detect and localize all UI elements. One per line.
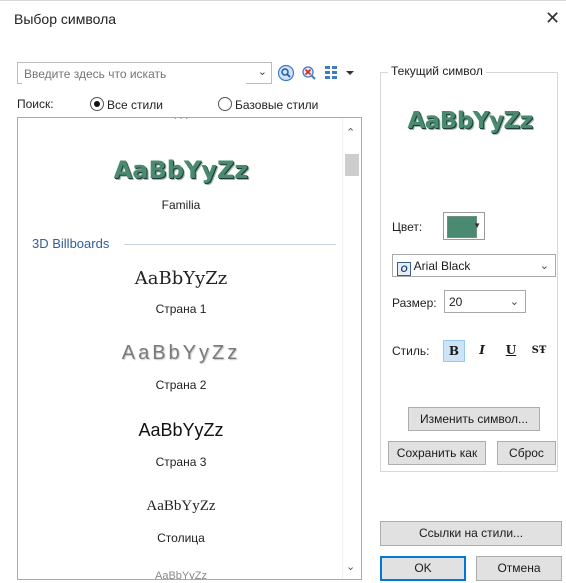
current-symbol-title: Текущий символ <box>388 64 486 78</box>
symbol-caption[interactable]: Familia <box>18 198 344 212</box>
symbol-sample-familia[interactable]: AaBbYyZz <box>18 156 344 184</box>
chevron-down-icon[interactable]: ⌄ <box>540 259 549 272</box>
symbol-sample-country2[interactable]: AaBbYyZz <box>18 342 344 365</box>
italic-button[interactable]: I <box>471 340 493 362</box>
size-select[interactable]: 20 ⌄ <box>444 290 526 313</box>
partial-sample: AaBbYyZz <box>155 570 207 580</box>
symbol-list[interactable]: +++ AaBbYyZz Familia 3D Billboards AaBbY… <box>17 117 362 580</box>
current-symbol-preview: AaBbYyZz <box>407 108 533 134</box>
radio-indicator[interactable] <box>218 97 232 111</box>
underline-button[interactable]: U <box>500 340 522 362</box>
filter-label: Поиск: <box>17 97 54 111</box>
symbol-sample-country3[interactable]: AaBbYyZz <box>18 420 344 441</box>
dropdown-arrow-icon: ▼ <box>473 221 481 230</box>
color-label: Цвет: <box>392 220 423 234</box>
radio-label: Все стили <box>107 98 163 112</box>
symbol-sample-country1[interactable]: AaBbYyZz <box>18 268 344 289</box>
symbol-caption[interactable]: Страна 3 <box>18 455 344 469</box>
bold-button[interactable]: B <box>443 340 465 362</box>
symbol-caption[interactable]: Страна 1 <box>18 302 344 316</box>
font-select[interactable]: O Arial Black ⌄ <box>392 254 556 277</box>
group-header: 3D Billboards <box>32 236 110 251</box>
radio-all-styles[interactable]: Все стили <box>90 97 163 112</box>
symbol-sample-capital[interactable]: AaBbYyZz <box>18 498 344 515</box>
close-icon[interactable]: ✕ <box>545 8 560 29</box>
view-mode-icon[interactable] <box>323 64 357 82</box>
opentype-font-icon: O <box>397 262 411 276</box>
size-value: 20 <box>449 295 463 309</box>
style-label: Стиль: <box>392 344 430 358</box>
save-as-button[interactable]: Сохранить как <box>388 441 486 465</box>
radio-basic-styles[interactable]: Базовые стили <box>218 97 318 112</box>
search-input[interactable] <box>22 64 246 84</box>
symbol-caption[interactable]: Столица <box>18 531 344 545</box>
scroll-up-icon[interactable]: ⌃ <box>346 126 355 139</box>
font-name: Arial Black <box>413 259 471 273</box>
search-combobox[interactable]: ⌄ <box>17 62 272 84</box>
partial-caption: +++ <box>172 117 190 123</box>
window-title: Выбор символа <box>14 11 117 27</box>
style-references-button[interactable]: Ссылки на стили... <box>380 521 562 546</box>
radio-label: Базовые стили <box>235 98 319 112</box>
font-value: O Arial Black <box>397 259 470 276</box>
search-icon[interactable] <box>277 64 295 82</box>
reset-button[interactable]: Сброс <box>497 441 556 465</box>
strikethrough-button[interactable]: SŦ <box>528 340 550 362</box>
chevron-down-icon[interactable]: ⌄ <box>510 295 519 308</box>
symbol-caption[interactable]: Страна 2 <box>18 378 344 392</box>
list-scrollbar[interactable]: ⌃ ⌄ <box>342 118 361 579</box>
cancel-button[interactable]: Отмена <box>476 556 562 581</box>
ok-button[interactable]: OK <box>380 556 466 581</box>
radio-indicator[interactable] <box>90 97 104 111</box>
edit-symbol-button[interactable]: Изменить символ... <box>408 407 540 431</box>
scroll-down-icon[interactable]: ⌄ <box>346 560 355 573</box>
group-divider <box>124 244 336 245</box>
chevron-down-icon[interactable]: ⌄ <box>258 65 267 78</box>
clear-search-icon[interactable] <box>300 64 318 82</box>
color-picker-button[interactable]: ▼ <box>443 212 485 240</box>
size-label: Размер: <box>392 296 437 310</box>
scroll-thumb[interactable] <box>345 154 359 176</box>
